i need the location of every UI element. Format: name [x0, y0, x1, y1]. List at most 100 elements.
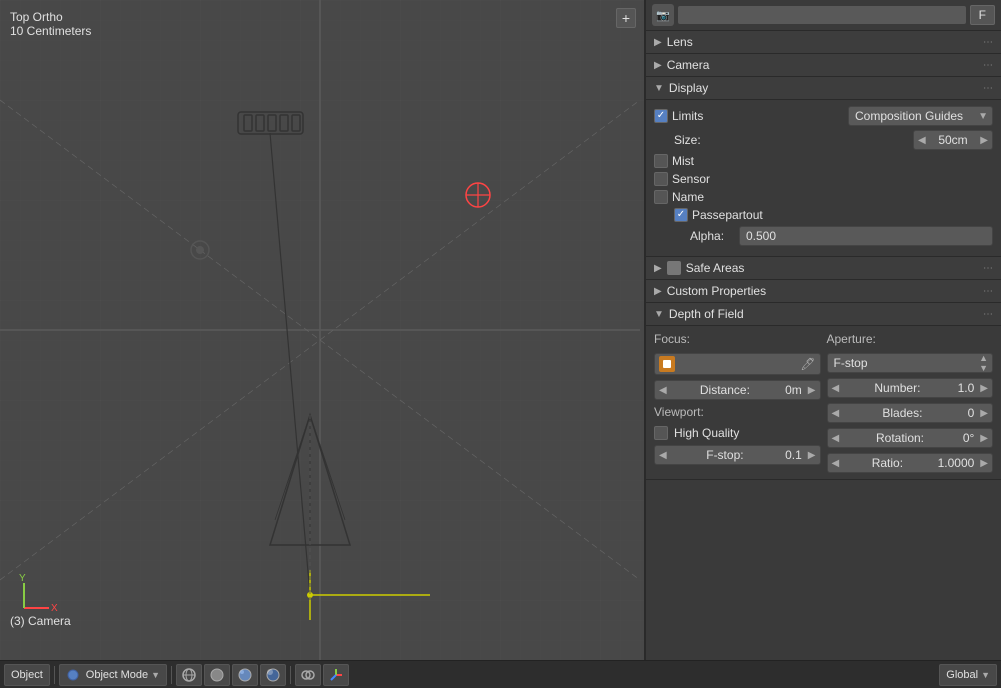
dof-content: Focus: 🖊 ◀ Distance: — [646, 326, 1001, 479]
size-left-arrow-icon[interactable]: ◀ — [918, 135, 926, 146]
overlay-icon — [300, 667, 316, 683]
toolbar-sep-2 — [171, 666, 172, 684]
lens-section-header[interactable]: ▶ Lens ⋯ — [646, 31, 1001, 53]
ratio-left-arrow-icon[interactable]: ◀ — [832, 458, 840, 469]
dist-right-arrow-icon[interactable]: ▶ — [808, 385, 816, 396]
num-left-arrow-icon[interactable]: ◀ — [832, 383, 840, 394]
sensor-row: Sensor — [654, 172, 993, 186]
viewport-shading-wireframe[interactable] — [176, 664, 202, 686]
blades-label: Blades: — [841, 406, 963, 420]
mist-checkbox[interactable] — [654, 154, 668, 168]
object-button[interactable]: Object — [4, 664, 50, 686]
object-name-input[interactable]: Camera — [678, 6, 966, 24]
number-field[interactable]: ◀ Number: 1.0 ▶ — [827, 378, 994, 398]
blades-left-arrow-icon[interactable]: ◀ — [832, 408, 840, 419]
object-mode-label: Object Mode — [86, 669, 148, 681]
lens-dots[interactable]: ⋯ — [983, 37, 993, 48]
size-right-arrow-icon[interactable]: ▶ — [980, 135, 988, 146]
solid-icon — [209, 667, 225, 683]
viewport-shading-solid[interactable] — [204, 664, 230, 686]
svg-text:Y: Y — [19, 573, 26, 584]
dist-left-arrow-icon[interactable]: ◀ — [659, 385, 667, 396]
number-value: 1.0 — [958, 381, 975, 395]
gizmo-button[interactable] — [323, 664, 349, 686]
num-right-arrow-icon[interactable]: ▶ — [980, 383, 988, 394]
camera-section-header[interactable]: ▶ Camera ⋯ — [646, 54, 1001, 76]
name-checkbox[interactable] — [654, 190, 668, 204]
viewport-shading-rendered[interactable] — [260, 664, 286, 686]
viewport-canvas — [0, 0, 644, 660]
dof-section-header[interactable]: ▼ Depth of Field ⋯ — [646, 303, 1001, 326]
fstop-field[interactable]: ◀ F-stop: 0.1 ▶ — [654, 445, 821, 465]
bottom-toolbar: Object Object Mode ▼ Global ▼ — [0, 660, 1001, 688]
dof-focus-col: Focus: 🖊 ◀ Distance: — [654, 332, 821, 473]
fstop-left-arrow-icon[interactable]: ◀ — [659, 450, 667, 461]
passepartout-checkbox[interactable]: ✓ — [674, 208, 688, 222]
viewport-shading-material[interactable] — [232, 664, 258, 686]
composition-guides-dropdown[interactable]: Composition Guides ▼ — [848, 106, 993, 126]
eyedropper-icon[interactable]: 🖊 — [800, 357, 815, 371]
display-section-header[interactable]: ▼ Display ⋯ — [646, 77, 1001, 100]
toolbar-sep-3 — [290, 666, 291, 684]
focus-label: Focus: — [654, 332, 821, 346]
viewport[interactable]: Top Ortho 10 Centimeters + (3) Camera X … — [0, 0, 646, 660]
overlay-button[interactable] — [295, 664, 321, 686]
focus-object-picker[interactable]: 🖊 — [654, 353, 821, 375]
fstop-type-dropdown[interactable]: F-stop ▲ ▼ — [827, 353, 994, 373]
object-mode-button[interactable]: Object Mode ▼ — [59, 664, 167, 686]
dof-dots[interactable]: ⋯ — [983, 309, 993, 320]
alpha-label: Alpha: — [690, 229, 735, 243]
rot-left-arrow-icon[interactable]: ◀ — [832, 433, 840, 444]
gizmo-icon — [328, 667, 344, 683]
safe-areas-section-header[interactable]: ▶ Safe Areas ⋯ — [646, 257, 1001, 279]
custom-properties-section-header[interactable]: ▶ Custom Properties ⋯ — [646, 280, 1001, 302]
global-label: Global — [946, 669, 978, 681]
display-section: ▼ Display ⋯ ✓ Limits Composition Guides … — [646, 77, 1001, 257]
focus-obj-icon — [659, 356, 675, 372]
blades-field[interactable]: ◀ Blades: 0 ▶ — [827, 403, 994, 423]
safe-areas-section: ▶ Safe Areas ⋯ — [646, 257, 1001, 280]
viewport-label: Viewport: — [654, 405, 821, 419]
blades-right-arrow-icon[interactable]: ▶ — [980, 408, 988, 419]
camera-section-title: Camera — [667, 58, 983, 72]
camera-section: ▶ Camera ⋯ — [646, 54, 1001, 77]
dof-arrow-icon: ▼ — [654, 309, 664, 320]
custom-props-dots[interactable]: ⋯ — [983, 286, 993, 297]
fstop-type-value: F-stop — [834, 356, 868, 370]
camera-dots[interactable]: ⋯ — [983, 60, 993, 71]
prop-header: 📷 Camera F — [646, 0, 1001, 31]
safe-areas-dots[interactable]: ⋯ — [983, 263, 993, 274]
ratio-right-arrow-icon[interactable]: ▶ — [980, 458, 988, 469]
axis-indicator: X Y — [14, 573, 59, 618]
camera-icon: 📷 — [652, 4, 674, 26]
fstop-right-arrow-icon[interactable]: ▶ — [808, 450, 816, 461]
viewport-add-button[interactable]: + — [616, 8, 636, 28]
high-quality-checkbox[interactable] — [654, 426, 668, 440]
alpha-field[interactable]: 0.500 — [739, 226, 993, 246]
fstop-value: 0.1 — [785, 448, 802, 462]
size-field[interactable]: ◀ 50cm ▶ — [913, 130, 993, 150]
rotation-label: Rotation: — [841, 431, 959, 445]
safe-areas-icon — [667, 261, 681, 275]
rotation-field[interactable]: ◀ Rotation: 0° ▶ — [827, 428, 994, 448]
rot-right-arrow-icon[interactable]: ▶ — [980, 433, 988, 444]
passepartout-label: Passepartout — [692, 208, 993, 222]
name-label: Name — [672, 190, 993, 204]
display-dots[interactable]: ⋯ — [983, 83, 993, 94]
global-button[interactable]: Global ▼ — [939, 664, 997, 686]
mist-label: Mist — [672, 154, 993, 168]
sensor-checkbox[interactable] — [654, 172, 668, 186]
high-quality-label: High Quality — [674, 426, 739, 440]
blades-value: 0 — [968, 406, 975, 420]
ratio-field[interactable]: ◀ Ratio: 1.0000 ▶ — [827, 453, 994, 473]
distance-field[interactable]: ◀ Distance: 0m ▶ — [654, 380, 821, 400]
limits-row: ✓ Limits Composition Guides ▼ — [654, 106, 993, 126]
fake-user-button[interactable]: F — [970, 5, 995, 25]
limits-checkbox[interactable]: ✓ — [654, 109, 668, 123]
number-label: Number: — [841, 381, 953, 395]
display-section-title: Display — [669, 81, 983, 95]
sensor-label: Sensor — [672, 172, 993, 186]
dropdown-arrow-icon: ▼ — [978, 111, 988, 122]
display-content: ✓ Limits Composition Guides ▼ Size: ◀ 50… — [646, 100, 1001, 256]
ratio-label: Ratio: — [841, 456, 933, 470]
